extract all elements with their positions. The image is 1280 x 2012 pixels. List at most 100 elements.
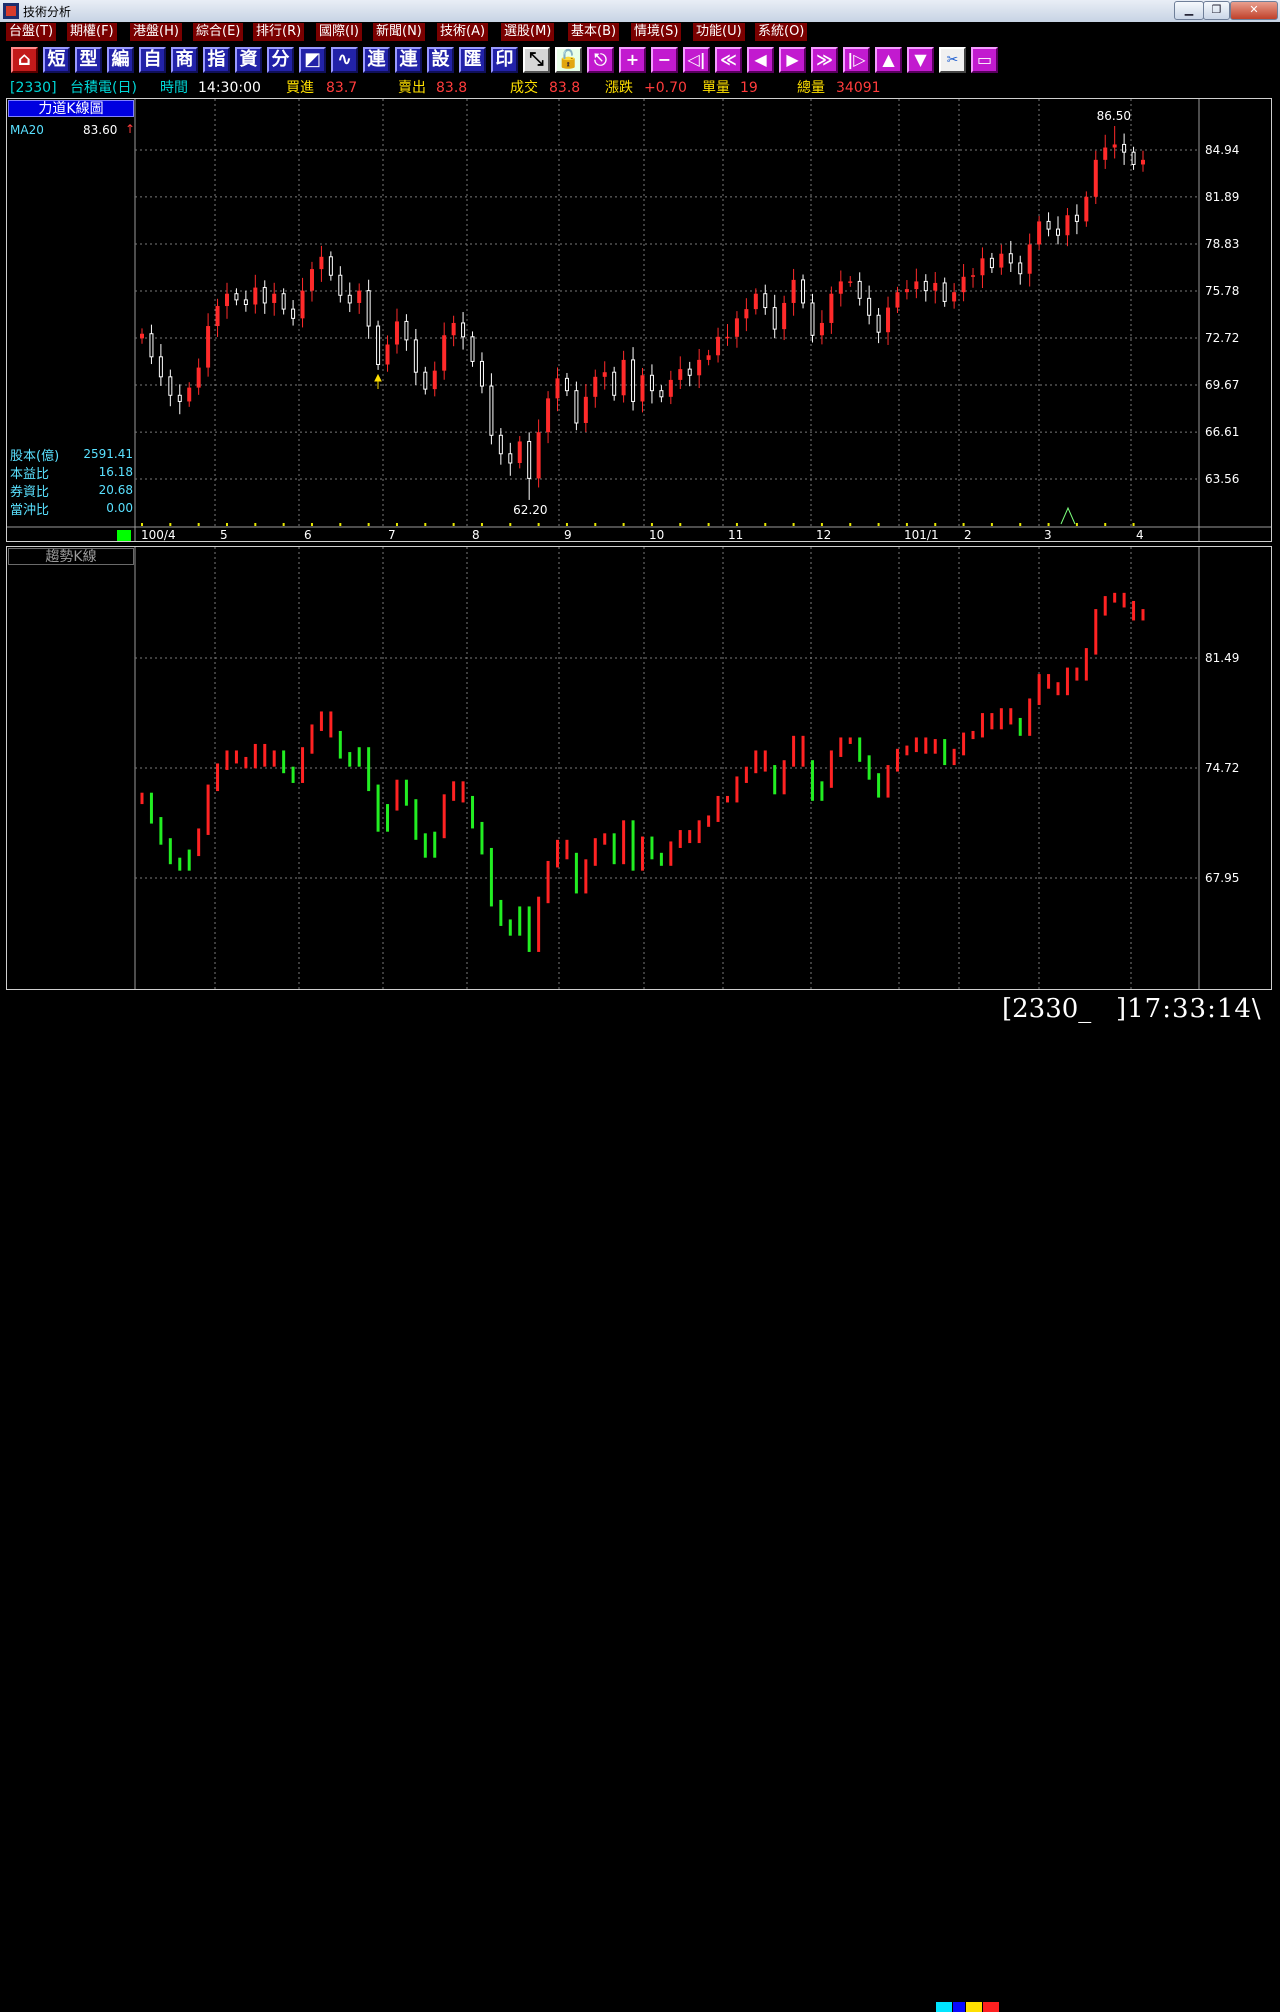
upper-x-label: 4 (1136, 528, 1144, 541)
last-button[interactable]: |▷ (843, 47, 870, 73)
trend-bar (348, 752, 352, 767)
lower-chart-panel[interactable]: 趨勢K線 81.49 74.72 67.95 (6, 546, 1272, 990)
upper-x-label: 10 (649, 528, 664, 541)
toolbar-button-4[interactable]: 自 (139, 47, 166, 73)
prev-button[interactable]: ◀ (747, 47, 774, 73)
trend-bar (612, 833, 616, 865)
upper-y-label: 81.89 (1205, 190, 1239, 204)
trend-bar (499, 899, 503, 926)
toolbar-button-1[interactable]: 短 (43, 47, 70, 73)
trend-bar (234, 750, 238, 764)
menu-item-4[interactable]: 排行(R) (253, 23, 305, 41)
menu-item-11[interactable]: 功能(U) (693, 23, 745, 41)
menu-item-12[interactable]: 系統(O) (755, 23, 808, 41)
volume-marker (934, 523, 937, 526)
menu-item-5[interactable]: 國際(I) (316, 23, 362, 41)
menu-item-6[interactable]: 新聞(N) (373, 23, 425, 41)
trend-bar (810, 760, 814, 801)
toolbar-button-7[interactable]: 資 (235, 47, 262, 73)
trend-bar (216, 763, 220, 792)
upper-x-label: 12 (816, 528, 831, 541)
trend-bar (725, 795, 729, 803)
trend-chart[interactable]: 81.49 74.72 67.95 (7, 547, 1271, 989)
trend-bar (707, 815, 711, 827)
upper-y-label: 75.78 (1205, 284, 1239, 298)
toolbar-button-3[interactable]: 編 (107, 47, 134, 73)
toolbar-button-8[interactable]: 分 (267, 47, 294, 73)
trend-bar (263, 743, 267, 767)
minimize-button[interactable]: ▁ (1174, 1, 1204, 20)
zoom-out-button[interactable]: − (651, 47, 678, 73)
esc-button[interactable]: ⎋ (587, 47, 614, 73)
candle-body (961, 276, 966, 293)
zoom-in-button[interactable]: + (619, 47, 646, 73)
candle-body (678, 369, 683, 380)
restore-button[interactable]: ❐ (1203, 1, 1230, 20)
toolbar-button-11[interactable]: 連 (363, 47, 390, 73)
menu-item-0[interactable]: 台盤(T) (6, 23, 57, 41)
upper-chart-panel[interactable]: 力道K線圖 MA20 83.60 ↑ 股本(億) 2591.41 本益比 16.18 券… (6, 98, 1272, 542)
tools-button[interactable]: ✂ (939, 47, 966, 73)
rewind-button[interactable]: ≪ (715, 47, 742, 73)
volume-marker (679, 523, 682, 526)
lock-button[interactable]: 🔓 (555, 47, 582, 73)
candle-body (640, 375, 645, 402)
toolbar-button-14[interactable]: 匯 (459, 47, 486, 73)
menu-item-2[interactable]: 港盤(H) (130, 23, 182, 41)
next-button[interactable]: ▶ (779, 47, 806, 73)
toolbar-button-13[interactable]: 設 (427, 47, 454, 73)
candle-body (1141, 159, 1145, 165)
trend-bar (1103, 596, 1107, 616)
candle-body (224, 293, 229, 307)
trend-bar (962, 732, 966, 756)
quote-ask: 83.8 (436, 80, 468, 96)
candle-body (933, 282, 938, 291)
toolbar-button-15[interactable]: 印 (491, 47, 518, 73)
candle-body (716, 336, 721, 356)
down-button[interactable]: ▼ (907, 47, 934, 73)
forward-button[interactable]: ≫ (811, 47, 838, 73)
candlestick-chart[interactable]: 84.94 81.89 78.83 75.78 72.72 69.67 66.61 63.56… (7, 99, 1271, 541)
toolbar-button-6[interactable]: 指 (203, 47, 230, 73)
home-button[interactable]: ⌂ (11, 47, 38, 73)
cursor-button[interactable]: ⤡ (523, 47, 550, 73)
quote-total: 34091 (836, 80, 881, 96)
window-button[interactable]: ▭ (971, 47, 998, 73)
trend-bar (622, 820, 626, 865)
volume-marker (1019, 523, 1022, 526)
toolbar-button-12[interactable]: 連 (395, 47, 422, 73)
lower-y-label: 74.72 (1205, 761, 1239, 775)
candle-body (725, 336, 730, 339)
trend-bar (1122, 592, 1126, 608)
menu-item-9[interactable]: 基本(B) (568, 23, 620, 41)
candle-body (848, 281, 853, 283)
menu-item-1[interactable]: 期權(F) (67, 23, 117, 41)
quote-vol-label: 單量 (702, 80, 730, 96)
volume-marker (367, 523, 370, 526)
first-button[interactable]: ◁| (683, 47, 710, 73)
toolbar-button-2[interactable]: 型 (75, 47, 102, 73)
trend-bar (744, 766, 748, 783)
candle-body (706, 355, 711, 360)
layout-button[interactable]: ◩ (299, 47, 326, 73)
trend-bar (593, 838, 597, 866)
trend-bar (999, 708, 1003, 730)
candle-body (923, 280, 928, 292)
trend-bar (423, 833, 427, 858)
candle-body (1103, 147, 1108, 160)
volume-marker (849, 523, 852, 526)
menu-item-7[interactable]: 技術(A) (437, 23, 489, 41)
upper-x-label: 5 (220, 528, 228, 541)
trend-bar (1113, 592, 1117, 603)
up-button[interactable]: ▲ (875, 47, 902, 73)
upper-y-label: 69.67 (1205, 378, 1239, 392)
trend-bar (225, 750, 229, 770)
menu-item-10[interactable]: 情境(S) (631, 23, 682, 41)
menu-item-8[interactable]: 選股(M) (501, 23, 555, 41)
chart-button[interactable]: ∿ (331, 47, 358, 73)
toolbar-button-5[interactable]: 商 (171, 47, 198, 73)
trend-bar (1037, 674, 1041, 705)
menu-item-3[interactable]: 綜合(E) (193, 23, 244, 41)
close-button[interactable]: ✕ (1230, 1, 1278, 20)
volume-marker (764, 523, 767, 526)
